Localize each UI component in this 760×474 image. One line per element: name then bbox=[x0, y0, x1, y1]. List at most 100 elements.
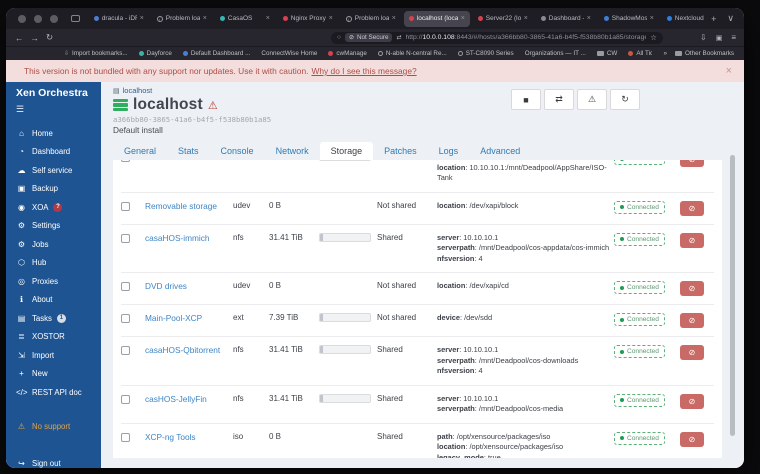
extension-icon[interactable]: ▣ bbox=[716, 34, 723, 42]
zoom-window-button[interactable] bbox=[50, 14, 58, 23]
tab-close-icon[interactable]: × bbox=[266, 15, 270, 22]
browser-tab[interactable]: localhost (localh × bbox=[403, 10, 470, 27]
sr-disconnect-button[interactable]: ⊘ bbox=[680, 200, 704, 216]
sidebar-item-new[interactable]: + New bbox=[16, 365, 97, 384]
sr-status-button[interactable]: Connected bbox=[614, 431, 665, 445]
browser-tab[interactable]: ShadowMoses - × bbox=[599, 11, 659, 27]
row-checkbox[interactable] bbox=[121, 346, 130, 355]
bookmark-item[interactable]: Dayforce bbox=[138, 50, 172, 57]
sidebar-item-dashboard[interactable]: ◔ Dashboard bbox=[16, 143, 97, 162]
sidebar-item-xostor[interactable]: ≣ XOSTOR bbox=[16, 328, 97, 347]
row-checkbox[interactable] bbox=[121, 432, 130, 442]
row-checkbox[interactable] bbox=[121, 201, 130, 211]
tab-network[interactable]: Network bbox=[265, 142, 320, 160]
sr-status-button[interactable]: Connected bbox=[614, 232, 665, 246]
menu-icon[interactable]: ≡ bbox=[731, 33, 736, 42]
bookmark-item[interactable]: ⇩ Import bookmarks... bbox=[64, 50, 128, 57]
address-bar[interactable]: ○ ⊘ Not Secure ⇄ http://10.0.0.108:8443/… bbox=[331, 31, 663, 44]
sidebar-item-home[interactable]: ⌂ Home bbox=[16, 124, 97, 143]
tab-overview-icon[interactable] bbox=[71, 15, 80, 22]
sidebar-item-xoa[interactable]: ◉ XOA ? bbox=[16, 198, 97, 217]
url-text[interactable]: http://10.0.0.108:8443/#/hosts/a366bb80-… bbox=[406, 34, 647, 41]
bookmark-item[interactable]: Default Dashboard ... bbox=[182, 50, 250, 57]
sr-disconnect-button[interactable]: ⊘ bbox=[680, 313, 704, 328]
sr-status-button[interactable]: Connected bbox=[614, 313, 665, 326]
sidebar-item-proxies[interactable]: ◎ Proxies bbox=[16, 272, 97, 291]
bookmark-item[interactable]: CW bbox=[596, 50, 617, 57]
close-window-button[interactable] bbox=[18, 14, 26, 23]
tab-close-icon[interactable]: × bbox=[329, 15, 333, 22]
sidebar-item-hub[interactable]: ⬡ Hub bbox=[16, 254, 97, 273]
sr-name-link[interactable]: Main-Pool-XCP bbox=[145, 313, 229, 323]
sr-status-button[interactable]: Connected bbox=[614, 345, 665, 358]
list-tabs-button[interactable]: ∨ bbox=[723, 13, 738, 24]
page-scrollbar[interactable] bbox=[730, 152, 735, 454]
sidebar-item-jobs[interactable]: ⚙ Jobs bbox=[16, 235, 97, 254]
sidebar-item-about[interactable]: ℹ About bbox=[16, 291, 97, 310]
tab-close-icon[interactable]: × bbox=[203, 15, 207, 22]
banner-close-icon[interactable]: × bbox=[726, 65, 732, 77]
bookmark-item[interactable]: All Tickets by Memb... bbox=[628, 50, 652, 57]
sr-name-link[interactable]: casaHOS-immich bbox=[145, 233, 229, 243]
sr-disconnect-button[interactable]: ⊘ bbox=[680, 393, 704, 409]
host-warning-icon[interactable]: ⚠ bbox=[208, 99, 218, 112]
browser-tab[interactable]: Nextcloud × bbox=[662, 11, 704, 27]
browser-tab[interactable]: Dashboard - loc × bbox=[536, 11, 596, 27]
banner-link[interactable]: Why do I see this message? bbox=[311, 66, 416, 76]
warning-button[interactable]: ⚠ bbox=[577, 89, 607, 110]
sr-status-button[interactable]: Connected bbox=[614, 200, 665, 214]
sidebar-item-self-service[interactable]: ☁ Self service bbox=[16, 161, 97, 180]
tab-close-icon[interactable]: × bbox=[524, 15, 528, 22]
stop-button[interactable]: ■ bbox=[511, 89, 541, 110]
sr-name-link[interactable]: casaHOS-Qbitorrent bbox=[145, 345, 229, 355]
sidebar-item-settings[interactable]: ⚙ Settings bbox=[16, 217, 97, 236]
sidebar-item-no-support[interactable]: ⚠ No support bbox=[16, 418, 97, 437]
sr-name-link[interactable]: XCP-ng Tools bbox=[145, 432, 229, 442]
browser-tab[interactable]: Server22 (localh × bbox=[473, 11, 533, 27]
sr-name-link[interactable]: TrueNAS-ISO bbox=[145, 160, 229, 162]
tab-stats[interactable]: Stats bbox=[167, 142, 210, 160]
minimize-window-button[interactable] bbox=[34, 14, 42, 23]
tab-close-icon[interactable]: × bbox=[461, 15, 465, 22]
bookmark-item[interactable]: ST-C8090 Series bbox=[457, 50, 514, 57]
bookmarks-overflow-button[interactable]: » bbox=[663, 50, 667, 57]
new-tab-button[interactable]: + bbox=[707, 14, 720, 24]
bookmark-item[interactable]: ConnectWise Home bbox=[261, 50, 317, 57]
row-checkbox[interactable] bbox=[121, 394, 130, 404]
sr-status-button[interactable]: Connected bbox=[614, 281, 665, 294]
tab-general[interactable]: General bbox=[113, 142, 167, 160]
sidebar-toggle-icon[interactable]: ☰ bbox=[16, 104, 97, 115]
browser-tab[interactable]: dracula - iDRAC × bbox=[89, 11, 149, 27]
sr-name-link[interactable]: DVD drives bbox=[145, 281, 229, 291]
tab-close-icon[interactable]: × bbox=[587, 15, 591, 22]
sr-name-link[interactable]: Removable storage bbox=[145, 201, 229, 211]
other-bookmarks-folder[interactable]: Other Bookmarks bbox=[675, 50, 734, 57]
tab-advanced[interactable]: Advanced bbox=[469, 142, 531, 160]
sr-name-link[interactable]: casHOS-JellyFin bbox=[145, 394, 229, 404]
tab-close-icon[interactable]: × bbox=[392, 15, 396, 22]
restart-button[interactable]: ⇄ bbox=[544, 89, 574, 110]
tab-storage[interactable]: Storage bbox=[319, 142, 374, 160]
row-checkbox[interactable] bbox=[121, 233, 130, 243]
sr-disconnect-button[interactable]: ⊘ bbox=[680, 345, 704, 360]
browser-tab[interactable]: CasaOS × bbox=[215, 11, 275, 27]
row-checkbox[interactable] bbox=[121, 314, 130, 323]
sr-disconnect-button[interactable]: ⊘ bbox=[680, 160, 704, 167]
sidebar-item-rest-api-doc[interactable]: </> REST API doc bbox=[16, 383, 97, 402]
bookmark-item[interactable]: cwManage bbox=[328, 50, 367, 57]
row-checkbox[interactable] bbox=[121, 282, 130, 291]
sr-status-button[interactable]: Connected bbox=[614, 393, 665, 407]
sr-disconnect-button[interactable]: ⊘ bbox=[680, 281, 704, 296]
security-badge[interactable]: ⊘ Not Secure bbox=[344, 33, 393, 42]
tab-close-icon[interactable]: × bbox=[140, 15, 144, 22]
sidebar-item-tasks[interactable]: ▤ Tasks 1 bbox=[16, 309, 97, 328]
tab-patches[interactable]: Patches bbox=[373, 142, 428, 160]
bookmark-star-icon[interactable]: ☆ bbox=[650, 33, 657, 42]
window-controls[interactable] bbox=[18, 14, 58, 23]
tab-console[interactable]: Console bbox=[210, 142, 265, 160]
tab-logs[interactable]: Logs bbox=[428, 142, 470, 160]
reload-button[interactable]: ↻ bbox=[46, 32, 53, 43]
sidebar-item-backup[interactable]: ▣ Backup bbox=[16, 180, 97, 199]
back-button[interactable]: ← bbox=[15, 33, 24, 43]
tab-close-icon[interactable]: × bbox=[650, 15, 654, 22]
